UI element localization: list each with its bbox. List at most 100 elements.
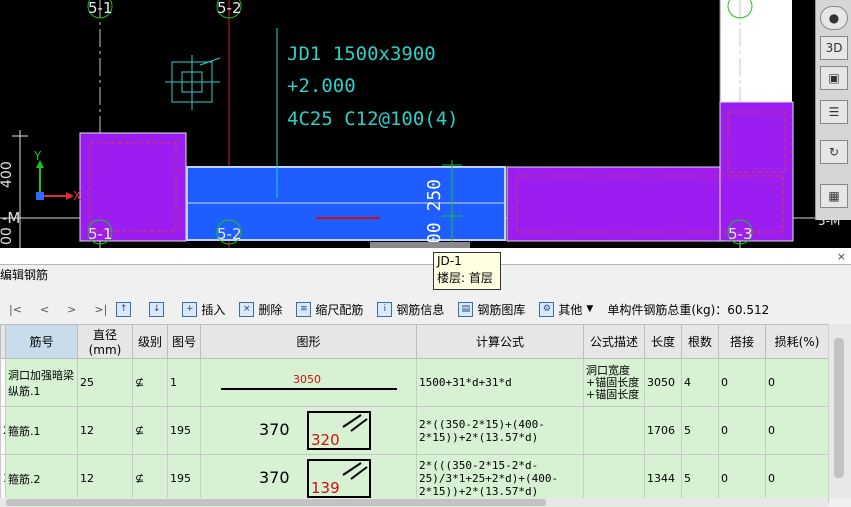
total-weight: 单构件钢筋总重(kg)：60.512 [607,302,770,317]
annotation-rebar: 4C25 C12@100(4) [287,108,459,130]
rebar-library-button[interactable]: ▤ 钢筋图库 [458,301,525,318]
axis-label-top-5-2: 5-2 [217,0,242,17]
nav-first-button[interactable]: |< [9,303,22,316]
cell-loss[interactable]: 0 [765,454,829,503]
scale-rebar-button[interactable]: ≡ 缩尺配筋 [296,301,363,318]
shape-side-a: 370 [259,420,290,439]
table-row[interactable]: 洞口加强暗梁纵筋.1 25 ⊈ 1 3050 1500+31*d+31*d 洞口… [0,358,829,407]
element-tooltip: JD-1 楼层: 首层 [433,252,501,290]
rebar-info-button[interactable]: i 钢筋信息 [377,301,444,318]
delete-icon: × [239,301,255,317]
axis-label-bottom-5-2: 5-2 [217,225,242,243]
cell-lap[interactable]: 0 [718,454,766,503]
annotation-elevation: +2.000 [287,75,356,97]
cell-formula[interactable]: 1500+31*d+31*d [416,358,584,407]
rebar-library-label: 钢筋图库 [477,302,526,317]
header-shape[interactable]: 图形 [200,324,417,359]
header-length[interactable]: 长度 [644,324,682,359]
sphere-icon[interactable]: ● [820,6,848,30]
cell-count[interactable]: 5 [681,454,719,503]
section-icon [165,55,221,110]
cell-loss[interactable]: 0 [765,358,829,407]
header-description[interactable]: 公式描述 [583,324,645,359]
cell-count[interactable]: 5 [681,406,719,455]
cad-viewport[interactable]: JD1 1500x3900 +2.000 4C25 C12@100(4) 00 … [0,0,851,248]
layers-icon[interactable]: ☰ [820,100,848,124]
dimension-text: 00 250 [424,179,445,244]
cell-figure[interactable]: 195 [167,406,201,455]
header-bar-no[interactable]: 筋号 [5,324,78,359]
move-up-button[interactable]: ↑ [116,301,135,317]
cell-length[interactable]: 1706 [644,406,682,455]
header-lap[interactable]: 搭接 [718,324,766,359]
rotate-icon[interactable]: ↻ [820,140,848,164]
shape-side-b: 139 [311,479,340,497]
cell-grade[interactable]: ⊈ [132,358,168,407]
header-count[interactable]: 根数 [681,324,719,359]
left-dimension-bottom: 00 [0,227,15,245]
header-loss[interactable]: 损耗(%) [765,324,829,359]
insert-button[interactable]: + 插入 [182,301,225,318]
cell-diameter[interactable]: 12 [77,454,133,503]
horizontal-scroll-thumb[interactable] [6,499,546,506]
nav-prev-button[interactable]: < [40,303,49,316]
cell-description[interactable] [583,454,645,503]
cell-loss[interactable]: 0 [765,406,829,455]
cell-lap[interactable]: 0 [718,406,766,455]
cell-count[interactable]: 4 [681,358,719,407]
axis-label-top-5-1: 5-1 [88,0,113,17]
cell-bar-no[interactable]: 洞口加强暗梁纵筋.1 [5,358,78,407]
cell-shape[interactable]: 370 320 [200,406,417,455]
header-diameter[interactable]: 直径(mm) [77,324,133,359]
cell-formula[interactable]: 2*(((350-2*15-2*d-25)/3*1+25+2*d)+(400-2… [416,454,584,503]
table-vertical-scrollbar[interactable] [828,324,851,498]
nav-next-button[interactable]: > [67,303,76,316]
cell-figure[interactable]: 195 [167,454,201,503]
vertical-scroll-thumb[interactable] [834,338,844,478]
move-down-button[interactable]: ↓ [149,301,168,317]
cell-length[interactable]: 1344 [644,454,682,503]
stirrup-shape: 370 139 [259,459,371,498]
shape-length-label: 3050 [293,373,321,386]
delete-button[interactable]: × 删除 [239,301,282,318]
cell-length[interactable]: 3050 [644,358,682,407]
cell-grade[interactable]: ⊈ [132,454,168,503]
cube-icon[interactable]: ▣ [820,66,848,90]
table-horizontal-scrollbar[interactable] [0,498,828,507]
grid-view-icon[interactable]: ▦ [820,184,848,208]
cell-diameter[interactable]: 25 [77,358,133,407]
table-row[interactable]: 3 箍筋.2 12 ⊈ 195 370 139 2*(((350-2*15-2*… [0,454,829,503]
cell-shape[interactable]: 3050 [200,358,417,407]
cell-figure[interactable]: 1 [167,358,201,407]
cell-diameter[interactable]: 12 [77,406,133,455]
scale-rebar-label: 缩尺配筋 [315,302,364,317]
x-axis-label: X [73,189,81,203]
header-grade[interactable]: 级别 [132,324,168,359]
chevron-down-icon: ▼ [586,304,594,314]
3d-box-icon[interactable]: 3D [820,36,848,60]
left-dimension-400: 400 [0,161,15,188]
cell-description[interactable] [583,406,645,455]
header-formula[interactable]: 计算公式 [416,324,584,359]
table-row[interactable]: 2 箍筋.1 12 ⊈ 195 370 320 2*((350-2*15)+(4… [0,406,829,455]
header-figure[interactable]: 图号 [167,324,201,359]
insert-icon: + [182,301,198,317]
cell-description[interactable]: 洞口宽度+锚固长度+锚固长度 [583,358,645,407]
cell-shape[interactable]: 370 139 [200,454,417,503]
tooltip-floor: 楼层: 首层 [437,271,493,285]
cad-drawing[interactable]: JD1 1500x3900 +2.000 4C25 C12@100(4) 00 … [0,0,851,248]
cell-bar-no[interactable]: 箍筋.1 [5,406,78,455]
cell-lap[interactable]: 0 [718,358,766,407]
rebar-toolbar: |< < > >| ↑ ↓ + 插入 × 删除 ≡ 缩尺配筋 i 钢筋信息 ▤ 钢筋图库 … [0,296,851,322]
arrow-down-icon: ↓ [149,301,165,317]
cell-grade[interactable]: ⊈ [132,406,168,455]
other-label: 其他 [558,302,583,317]
other-dropdown[interactable]: ⚙ 其他 ▼ [539,301,593,318]
nav-last-button[interactable]: >| [94,303,107,316]
view-toolbar: ● 3D ▣ ☰ ↻ ▦ [815,0,851,220]
table-header-row: 筋号 直径(mm) 级别 图号 图形 计算公式 公式描述 长度 根数 搭接 损耗… [0,324,829,359]
close-icon[interactable]: × [837,250,846,263]
panel-title: 编辑钢筋 [0,268,49,282]
cell-formula[interactable]: 2*((350-2*15)+(400-2*15))+2*(13.57*d) [416,406,584,455]
cell-bar-no[interactable]: 箍筋.2 [5,454,78,503]
